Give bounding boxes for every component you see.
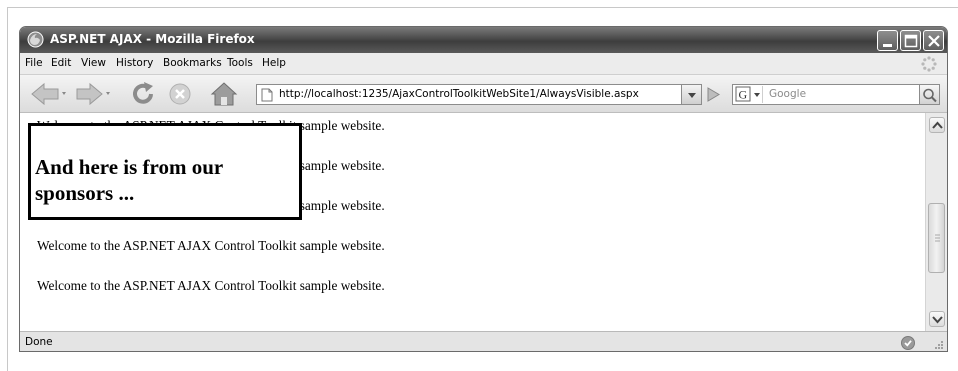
maximize-icon — [904, 34, 918, 48]
search-bar[interactable]: G Google — [732, 84, 920, 105]
svg-text:G: G — [739, 88, 748, 102]
status-check-icon[interactable] — [900, 335, 916, 351]
page-icon — [261, 88, 273, 102]
reload-button[interactable] — [131, 80, 157, 108]
home-icon — [210, 82, 238, 106]
address-history-dropdown[interactable] — [682, 84, 702, 105]
sponsor-heading: And here is from our sponsors ... — [35, 155, 223, 205]
status-text: Done — [25, 336, 53, 348]
page-content: Welcome to the ASP.NET AJAX Control Tool… — [20, 113, 925, 331]
resize-grip-icon[interactable] — [930, 338, 944, 352]
address-text: http://localhost:1235/AjaxControlToolkit… — [279, 88, 639, 100]
firefox-icon — [27, 31, 44, 48]
forward-arrow-icon — [76, 82, 103, 106]
magnifier-icon — [923, 88, 937, 103]
scroll-thumb[interactable] — [928, 203, 945, 273]
frame-border-top — [7, 7, 958, 8]
home-button[interactable] — [209, 80, 239, 108]
reload-icon — [133, 82, 153, 104]
window-title: ASP.NET AJAX - Mozilla Firefox — [50, 32, 255, 46]
forward-button[interactable] — [74, 80, 114, 108]
browser-window: ASP.NET AJAX - Mozilla Firefox File Edit… — [19, 26, 948, 352]
menu-tools[interactable]: Tools — [227, 57, 253, 69]
chevron-up-icon — [932, 121, 943, 129]
address-bar[interactable]: http://localhost:1235/AjaxControlToolkit… — [256, 84, 682, 105]
search-engine-selector[interactable]: G — [735, 86, 763, 103]
close-button[interactable] — [923, 30, 944, 51]
go-arrow-icon — [707, 87, 720, 102]
menu-view[interactable]: View — [81, 57, 106, 69]
back-arrow-icon — [31, 82, 59, 106]
vertical-scrollbar[interactable] — [925, 113, 947, 331]
stop-icon — [169, 83, 191, 105]
menu-bar: File Edit View History Bookmarks Tools H… — [20, 53, 947, 75]
chevron-down-icon — [688, 93, 696, 98]
welcome-line: Welcome to the ASP.NET AJAX Control Tool… — [37, 278, 385, 293]
chevron-down-icon — [932, 316, 943, 324]
menu-history[interactable]: History — [116, 57, 153, 69]
title-bar[interactable]: ASP.NET AJAX - Mozilla Firefox — [20, 27, 947, 53]
always-visible-panel: And here is from our sponsors ... — [28, 123, 302, 220]
menu-help[interactable]: Help — [262, 57, 286, 69]
go-button[interactable] — [704, 86, 722, 103]
frame-border-left — [7, 7, 8, 371]
maximize-button[interactable] — [900, 30, 921, 51]
minimize-icon — [883, 44, 892, 47]
search-button[interactable] — [920, 84, 940, 105]
menu-edit[interactable]: Edit — [51, 57, 71, 69]
throbber-icon — [921, 56, 937, 72]
menu-file[interactable]: File — [25, 57, 43, 69]
back-button[interactable] — [28, 80, 68, 108]
welcome-line: Welcome to the ASP.NET AJAX Control Tool… — [37, 238, 385, 253]
scroll-up-button[interactable] — [929, 117, 945, 133]
stop-button[interactable] — [167, 80, 193, 108]
search-input[interactable]: Google — [769, 88, 806, 100]
status-bar: Done — [20, 331, 947, 352]
navigation-toolbar: http://localhost:1235/AjaxControlToolkit… — [20, 75, 947, 113]
scroll-down-button[interactable] — [929, 311, 945, 327]
google-engine-icon: G — [735, 86, 760, 102]
minimize-button[interactable] — [877, 30, 898, 51]
close-icon — [928, 35, 940, 47]
menu-bookmarks[interactable]: Bookmarks — [163, 57, 222, 69]
grip-icon — [935, 234, 940, 242]
